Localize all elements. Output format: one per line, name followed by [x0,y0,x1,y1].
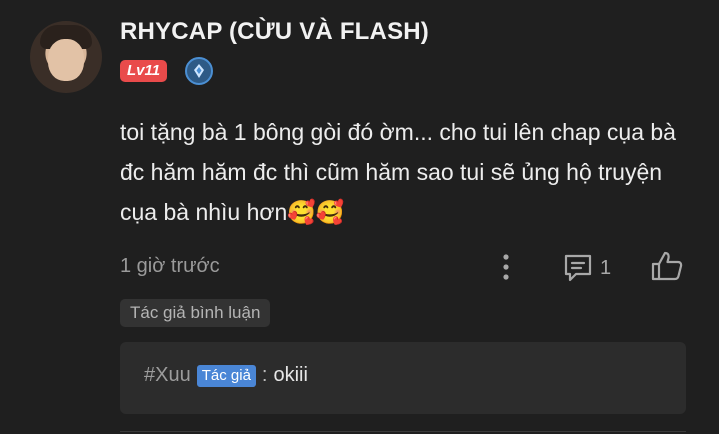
rank-shield-icon [185,57,213,85]
divider [120,431,686,432]
thumbs-up-icon[interactable] [650,250,684,282]
comment-timestamp: 1 giờ trước [120,255,220,277]
avatar[interactable] [30,21,102,93]
comment-emoji: 🥰🥰 [287,199,345,225]
reply-line: #Xuu Tác giả : okiii [144,364,308,387]
reply-box[interactable]: #Xuu Tác giả : okiii [120,342,686,414]
author-badge: Tác giả [196,364,256,387]
more-vertical-icon[interactable] [500,252,512,282]
reply-count: 1 [600,257,612,279]
reply-separator: : [261,364,268,386]
avatar-face [48,39,84,81]
author-commented-tag: Tác giả bình luận [120,299,271,327]
level-badge: Lv11 [120,60,168,82]
comment-body: toi tặng bà 1 bông gòi đó ờm... cho tui … [120,119,676,225]
reply-text: okiii [273,364,308,386]
reply-author[interactable]: #Xuu [144,364,191,387]
username[interactable]: RHYCAP (CỪU VÀ FLASH) [120,18,429,46]
comment-icon[interactable] [562,253,594,283]
comment-text: toi tặng bà 1 bông gòi đó ờm... cho tui … [120,112,700,232]
